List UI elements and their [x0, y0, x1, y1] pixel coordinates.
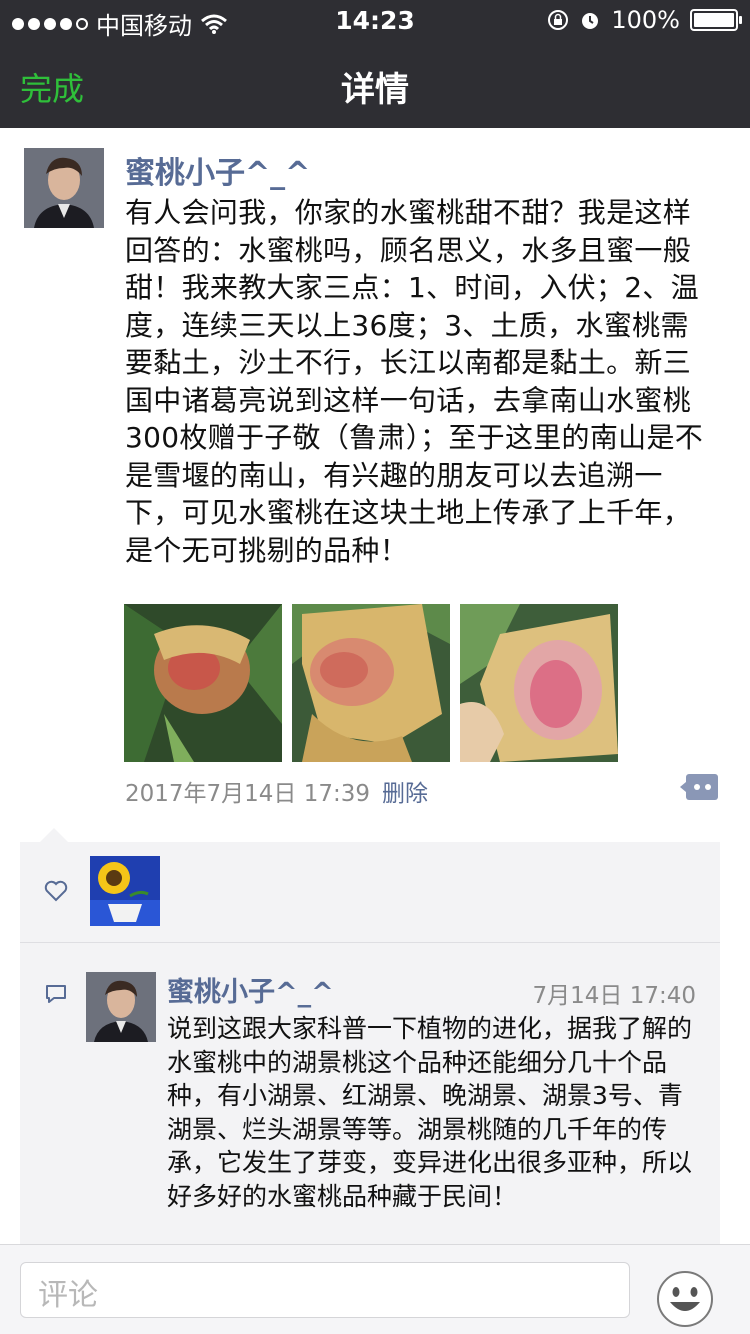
comment-author[interactable]: 蜜桃小子^_^ [167, 970, 334, 1009]
more-options-icon[interactable] [680, 772, 718, 802]
comment-time: 7月14日 17:40 [532, 983, 697, 1009]
battery-icon [690, 9, 742, 31]
heart-icon [44, 880, 68, 902]
comment-text: 说到这跟大家科普一下植物的进化，据我了解的水蜜桃中的湖景桃这个品种还能细分几十个… [167, 1014, 693, 1211]
post-photo[interactable] [292, 604, 450, 762]
panel-divider [20, 942, 720, 943]
comment-input-placeholder[interactable]: 评论 [38, 1270, 98, 1314]
top-bar: 中国移动 14:23 100% 完成 详情 [0, 0, 750, 128]
orientation-lock-icon [548, 10, 569, 30]
post-author[interactable]: 蜜桃小子^_^ [125, 148, 310, 192]
battery-percent: 100% [611, 6, 680, 34]
panel-pointer [40, 828, 68, 842]
post-timestamp: 2017年7月14日 17:39 [125, 781, 371, 807]
status-bar: 中国移动 14:23 100% [0, 0, 750, 40]
comment-icon [46, 985, 66, 1003]
post-photo[interactable] [124, 604, 282, 762]
page-title: 详情 [341, 70, 409, 110]
delete-button[interactable]: 删除 [382, 774, 428, 808]
post-text: 有人会问我，你家的水蜜桃甜不甜？我是这样回答的：水蜜桃吗，顾名思义，水多且蜜一般… [125, 196, 704, 567]
comment-input[interactable] [20, 1262, 630, 1318]
post-photo[interactable] [460, 604, 618, 762]
author-avatar[interactable] [24, 148, 104, 228]
emoji-icon[interactable] [656, 1270, 714, 1328]
alarm-icon [582, 13, 599, 29]
liker-avatar[interactable] [90, 856, 160, 926]
commenter-avatar[interactable] [86, 972, 156, 1042]
